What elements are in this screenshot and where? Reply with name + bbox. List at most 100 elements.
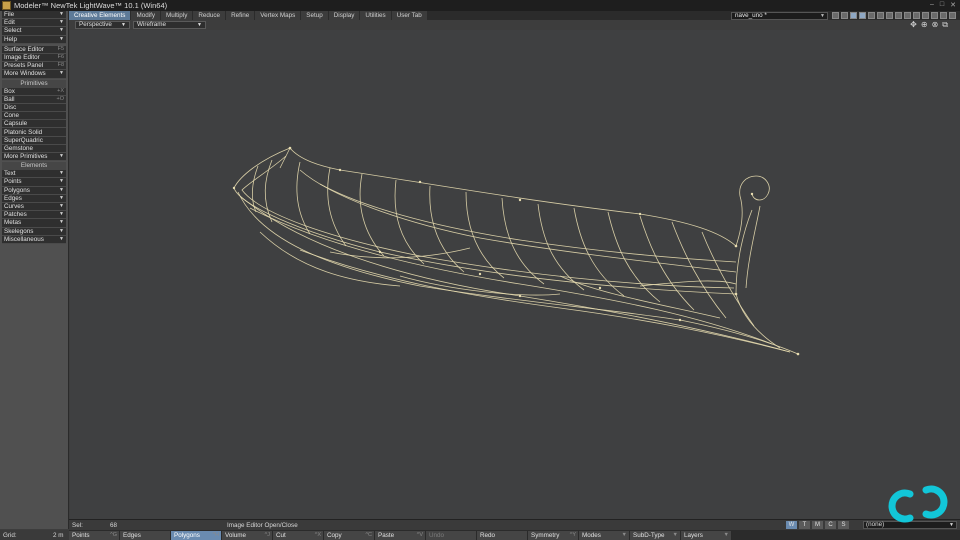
layer-button[interactable] [877,12,884,19]
polygons-mode-button[interactable]: Polygons ^H [171,531,222,540]
perspective-viewport[interactable] [70,30,960,519]
layer-button[interactable] [922,12,929,19]
close-button[interactable]: ✕ [950,1,956,9]
skelegons-menu[interactable]: Skelegons ▼ [2,227,66,236]
copy-button[interactable]: Copy ^C [324,531,375,540]
menu-select[interactable]: Select ▼ [2,27,66,36]
tab-modify[interactable]: Modify [131,11,160,20]
platonic-solid-tool-button[interactable]: Platonic Solid [2,128,66,137]
patches-menu[interactable]: Patches ▼ [2,211,66,220]
curves-menu[interactable]: Curves ▼ [2,202,66,212]
maximize-button[interactable]: □ [940,1,944,9]
tab-vertex-maps[interactable]: Vertex Maps [255,11,301,20]
view-mode-label: Perspective [79,21,112,28]
more-primitives-menu[interactable]: More Primitives ▼ [2,153,66,162]
menu-label: File [4,11,15,19]
edges-menu[interactable]: Edges ▼ [2,194,66,203]
button-label: Redo [480,532,496,539]
text-menu[interactable]: Text ▼ [2,170,66,179]
button-label: Presets Panel [4,62,44,70]
menu-edit[interactable]: Edit ▼ [2,19,66,28]
dropdown-arrow-icon: ▼ [59,219,64,226]
more-windows-menu[interactable]: More Windows ▼ [2,70,66,79]
superquadric-tool-button[interactable]: SuperQuadric [2,136,66,145]
zoom-view-icon[interactable]: ⊗ [932,21,939,29]
symmetry-button[interactable]: Symmetry ^Y [528,531,579,540]
maximize-view-icon[interactable]: ⧉ [942,21,948,29]
move-view-icon[interactable]: ✥ [910,21,917,29]
menu-file[interactable]: File ▼ [2,11,66,20]
cone-tool-button[interactable]: Cone [2,112,66,121]
redo-button[interactable]: Redo [477,531,528,540]
view-button-c[interactable]: C [825,521,836,529]
ball-tool-button[interactable]: Ball +O [2,95,66,104]
miscellaneous-menu[interactable]: Miscellaneous ▼ [2,235,66,244]
menu-help[interactable]: Help ▼ [2,35,66,44]
dropdown-arrow-icon: ▼ [59,178,64,185]
edges-mode-button[interactable]: Edges [120,531,171,540]
modes-dropdown[interactable]: Modes ▼ [579,531,630,540]
points-mode-button[interactable]: Points ^G [69,531,120,540]
paste-button[interactable]: Paste ^V [375,531,426,540]
view-button-w[interactable]: W [786,521,797,529]
button-label: Capsule [4,120,28,128]
layer-button[interactable] [886,12,893,19]
tab-display[interactable]: Display [328,11,360,20]
layer-button[interactable] [859,12,866,19]
image-editor-button[interactable]: Image Editor F6 [2,53,66,63]
metas-menu[interactable]: Metas ▼ [2,219,66,228]
box-tool-button[interactable]: Box +X [2,87,66,96]
tab-multiply[interactable]: Multiply [161,11,193,20]
view-buttons: W T M C S [786,521,849,529]
points-menu[interactable]: Points ▼ [2,178,66,187]
object-select[interactable]: nave_uno * ▼ [731,12,828,20]
button-label: Points [72,532,90,539]
capsule-tool-button[interactable]: Capsule [2,120,66,129]
layer-button[interactable] [841,12,848,19]
dropdown-arrow-icon: ▼ [59,170,64,177]
subd-type-dropdown[interactable]: SubD-Type ▼ [630,531,681,540]
view-button-m[interactable]: M [812,521,823,529]
mode-bar: Points ^G Edges Polygons ^H Volume ^J Cut ^X… [69,530,960,540]
tab-setup[interactable]: Setup [301,11,328,20]
tab-user-tab[interactable]: User Tab [391,11,427,20]
layers-dropdown[interactable]: Layers ▼ [681,531,732,540]
disc-tool-button[interactable]: Disc [2,103,66,113]
layer-button[interactable] [832,12,839,19]
surface-editor-button[interactable]: Surface Editor F5 [2,45,66,54]
tab-utilities[interactable]: Utilities [360,11,391,20]
minimize-button[interactable]: – [930,1,934,9]
dropdown-arrow-icon: ▼ [59,70,64,77]
view-button-t[interactable]: T [799,521,810,529]
layer-button[interactable] [895,12,902,19]
undo-button[interactable]: Undo [426,531,477,540]
tab-refine[interactable]: Refine [226,11,255,20]
button-label: Cut [276,532,286,539]
rotate-view-icon[interactable]: ⊕ [921,21,928,29]
cut-button[interactable]: Cut ^X [273,531,324,540]
polygons-menu[interactable]: Polygons ▼ [2,186,66,195]
view-button-s[interactable]: S [838,521,849,529]
button-label: SuperQuadric [4,136,43,144]
shortcut-hint: ^C [365,532,372,538]
button-label: Points [4,178,22,186]
presets-panel-button[interactable]: Presets Panel F8 [2,62,66,71]
layer-button[interactable] [931,12,938,19]
selection-label: Sel: [72,522,83,529]
layer-buttons [832,12,956,19]
view-mode-dropdown[interactable]: Perspective ▼ [75,21,130,29]
volume-mode-button[interactable]: Volume ^J [222,531,273,540]
tab-reduce[interactable]: Reduce [193,11,226,20]
tab-creative-elements[interactable]: Creative Elements [69,11,131,20]
layer-button[interactable] [904,12,911,19]
layer-button[interactable] [940,12,947,19]
layer-button[interactable] [850,12,857,19]
button-label: Disc [4,103,17,111]
gemstone-tool-button[interactable]: Gemstone [2,144,66,153]
layer-button[interactable] [949,12,956,19]
layer-button[interactable] [868,12,875,19]
layer-button[interactable] [913,12,920,19]
menu-label: Select [4,27,22,35]
button-label: Ball [4,95,15,103]
render-mode-dropdown[interactable]: Wireframe ▼ [133,21,206,29]
